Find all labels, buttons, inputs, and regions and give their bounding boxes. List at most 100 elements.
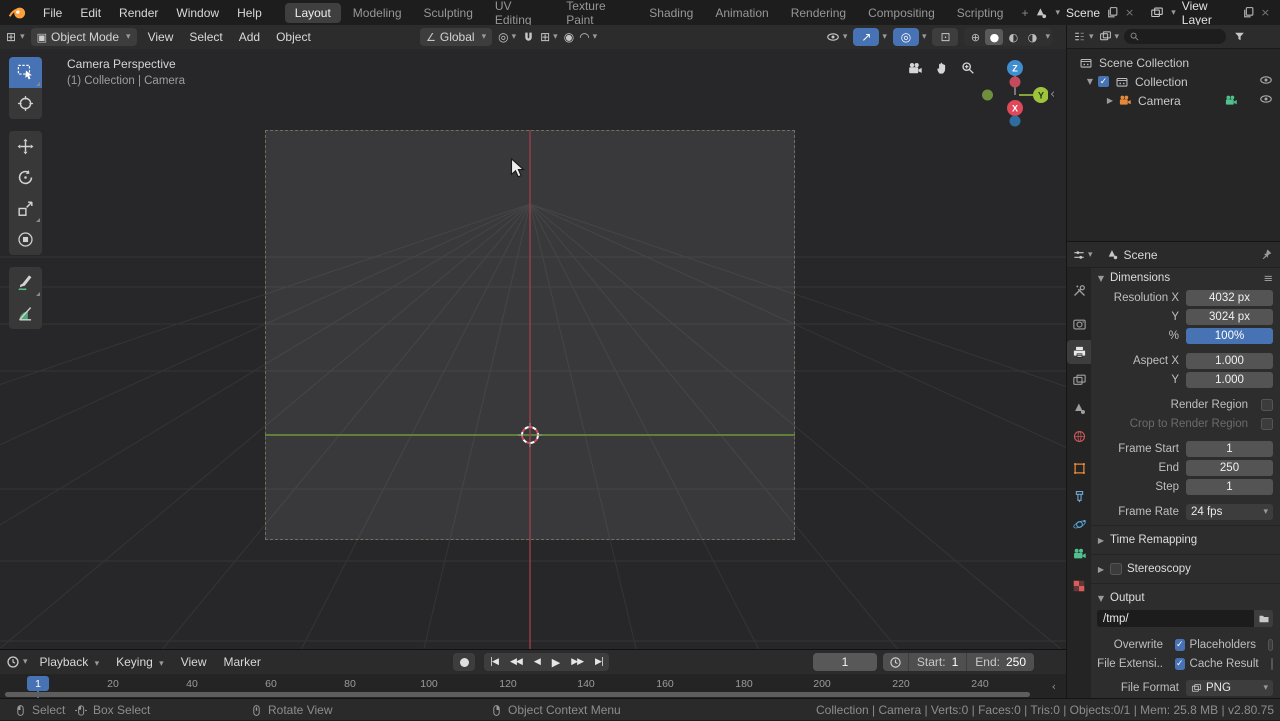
resolution-y-field[interactable]: 3024 px — [1186, 309, 1273, 325]
tool-move[interactable] — [9, 131, 42, 162]
scene-name[interactable]: Scene — [1066, 6, 1100, 20]
tool-rotate[interactable] — [9, 162, 42, 193]
chevron-down-icon[interactable]: ▾ — [20, 32, 25, 42]
tab-tool[interactable] — [1067, 278, 1091, 302]
pivot-dropdown[interactable]: ◎ ▾ — [498, 30, 516, 44]
aspect-x-field[interactable]: 1.000 — [1186, 353, 1273, 369]
jump-to-end-button[interactable]: ▶| — [589, 657, 609, 667]
gizmo-x-neg[interactable] — [1010, 77, 1021, 88]
tab-scripting[interactable]: Scripting — [947, 3, 1014, 23]
pan-hand-button[interactable] — [934, 60, 950, 79]
menu-render[interactable]: Render — [110, 6, 167, 20]
tab-rendering[interactable]: Rendering — [781, 3, 856, 23]
frame-end-field[interactable]: 250 — [1186, 460, 1273, 476]
aspect-y-field[interactable]: 1.000 — [1186, 372, 1273, 388]
stereoscopy-checkbox[interactable] — [1110, 563, 1122, 575]
menu-object[interactable]: Object — [271, 30, 316, 44]
unlink-scene-icon[interactable]: × — [1123, 6, 1136, 19]
placeholders-checkbox[interactable] — [1268, 639, 1273, 651]
transform-orientation-dropdown[interactable]: ∠ Global ▾ — [420, 28, 492, 46]
menu-view[interactable]: View — [143, 30, 179, 44]
snap-magnet-icon[interactable] — [522, 31, 535, 44]
add-workspace-button[interactable]: + — [1015, 6, 1034, 20]
navigation-gizmo[interactable]: Z Y X — [982, 59, 1048, 129]
blender-logo-icon[interactable] — [8, 5, 28, 21]
resolution-pct-slider[interactable]: 100% — [1186, 328, 1273, 344]
previous-keyframe-button[interactable]: ◀◀ — [504, 657, 528, 667]
frame-start-field[interactable]: Start:1 — [909, 653, 967, 671]
play-reverse-button[interactable]: ◀ — [528, 657, 546, 667]
tab-compositing[interactable]: Compositing — [858, 3, 945, 23]
browse-folder-icon[interactable] — [1254, 610, 1273, 627]
chevron-down-icon[interactable]: ▾ — [1055, 8, 1060, 18]
overwrite-checkbox[interactable]: ✓ — [1175, 639, 1185, 651]
editor-type-viewport-icon[interactable]: ⊞ — [6, 30, 16, 44]
render-region-checkbox[interactable] — [1261, 399, 1273, 411]
camera-view-button[interactable] — [906, 61, 923, 79]
editor-type-outliner-icon[interactable] — [1073, 30, 1086, 43]
tab-output[interactable] — [1067, 340, 1091, 364]
xray-toggle[interactable]: ⊡ — [932, 28, 958, 46]
use-preview-range-icon[interactable] — [883, 653, 909, 671]
shading-wireframe-button[interactable]: ⊕ — [966, 29, 984, 45]
shading-material-button[interactable]: ◐ — [1004, 29, 1022, 45]
menu-help[interactable]: Help — [228, 6, 271, 20]
collection-checkbox[interactable]: ✓ — [1098, 76, 1109, 87]
expand-triangle-icon[interactable]: ▶ — [1105, 96, 1115, 105]
outliner-row-scene-collection[interactable]: Scene Collection — [1067, 53, 1280, 72]
menu-keying[interactable]: Keying ▾ — [111, 655, 169, 669]
menu-edit[interactable]: Edit — [71, 6, 110, 20]
scene-icon[interactable] — [1034, 6, 1048, 20]
hide-camera-eye-icon[interactable] — [1259, 92, 1273, 109]
snap-target-icon[interactable]: ⊞ — [540, 30, 550, 44]
current-frame-field[interactable]: 1 — [813, 653, 877, 671]
panel-dimensions[interactable]: ▼ Dimensions ≡ — [1091, 268, 1280, 288]
tab-world[interactable] — [1067, 424, 1091, 448]
timeline-scrollbar[interactable] — [5, 692, 1030, 697]
next-keyframe-button[interactable]: ▶▶ — [565, 657, 589, 667]
new-view-layer-icon[interactable] — [1242, 6, 1255, 19]
filter-funnel-icon[interactable] — [1233, 30, 1246, 43]
frame-start-field[interactable]: 1 — [1186, 441, 1273, 457]
play-button[interactable]: ▶ — [546, 656, 565, 669]
menu-view-timeline[interactable]: View — [176, 655, 212, 669]
chevron-down-icon[interactable]: ▾ — [1171, 8, 1176, 18]
show-gizmo-toggle[interactable]: ↗ — [853, 28, 879, 46]
outliner-row-camera[interactable]: ▶ Camera — [1067, 91, 1280, 110]
tab-sculpting[interactable]: Sculpting — [414, 3, 483, 23]
tab-scene[interactable] — [1067, 396, 1091, 420]
tool-annotate[interactable] — [9, 267, 42, 298]
view-layer-name[interactable]: View Layer — [1182, 0, 1236, 27]
hide-collection-eye-icon[interactable] — [1259, 73, 1273, 90]
auto-keying-record-button[interactable] — [453, 653, 475, 671]
chevron-down-icon[interactable]: ▾ — [1089, 32, 1094, 42]
tab-object-data[interactable] — [1067, 542, 1091, 566]
tab-object[interactable] — [1067, 456, 1091, 480]
view-layer-icon[interactable] — [1150, 6, 1164, 20]
visibility-dropdown[interactable]: ▾ — [826, 30, 848, 44]
viewport-3d[interactable]: Camera Perspective (1) Collection | Came… — [0, 49, 1066, 649]
tab-texture[interactable] — [1067, 574, 1091, 598]
ruler-collapse-arrow[interactable]: ‹ — [1052, 680, 1056, 693]
remove-view-layer-icon[interactable]: × — [1259, 6, 1272, 19]
resolution-x-field[interactable]: 4032 px — [1186, 290, 1273, 306]
tab-constraints[interactable] — [1067, 484, 1091, 508]
cache-result-checkbox[interactable] — [1271, 658, 1273, 670]
chevron-down-icon[interactable]: ▾ — [922, 32, 927, 42]
tool-transform[interactable] — [9, 224, 42, 255]
tab-shading[interactable]: Shading — [639, 3, 703, 23]
display-mode-icon[interactable] — [1099, 30, 1112, 43]
presets-icon[interactable]: ≡ — [1263, 271, 1280, 285]
zoom-button[interactable] — [960, 60, 976, 79]
snap-controls[interactable]: ⊞ ▾ — [522, 30, 558, 44]
chevron-down-icon[interactable]: ▾ — [1115, 32, 1120, 42]
show-overlays-toggle[interactable]: ◎ — [893, 28, 919, 46]
menu-playback[interactable]: Playback ▾ — [35, 655, 105, 669]
proportional-editing-icon[interactable]: ◉ — [564, 30, 574, 44]
shading-solid-button[interactable]: ● — [985, 29, 1003, 45]
file-extensions-checkbox[interactable]: ✓ — [1175, 658, 1185, 670]
falloff-icon[interactable]: ◠ — [579, 30, 589, 44]
panel-stereoscopy[interactable]: ▶ Stereoscopy — [1091, 559, 1280, 579]
chevron-down-icon[interactable]: ▾ — [1045, 32, 1050, 42]
tool-measure[interactable] — [9, 298, 42, 329]
